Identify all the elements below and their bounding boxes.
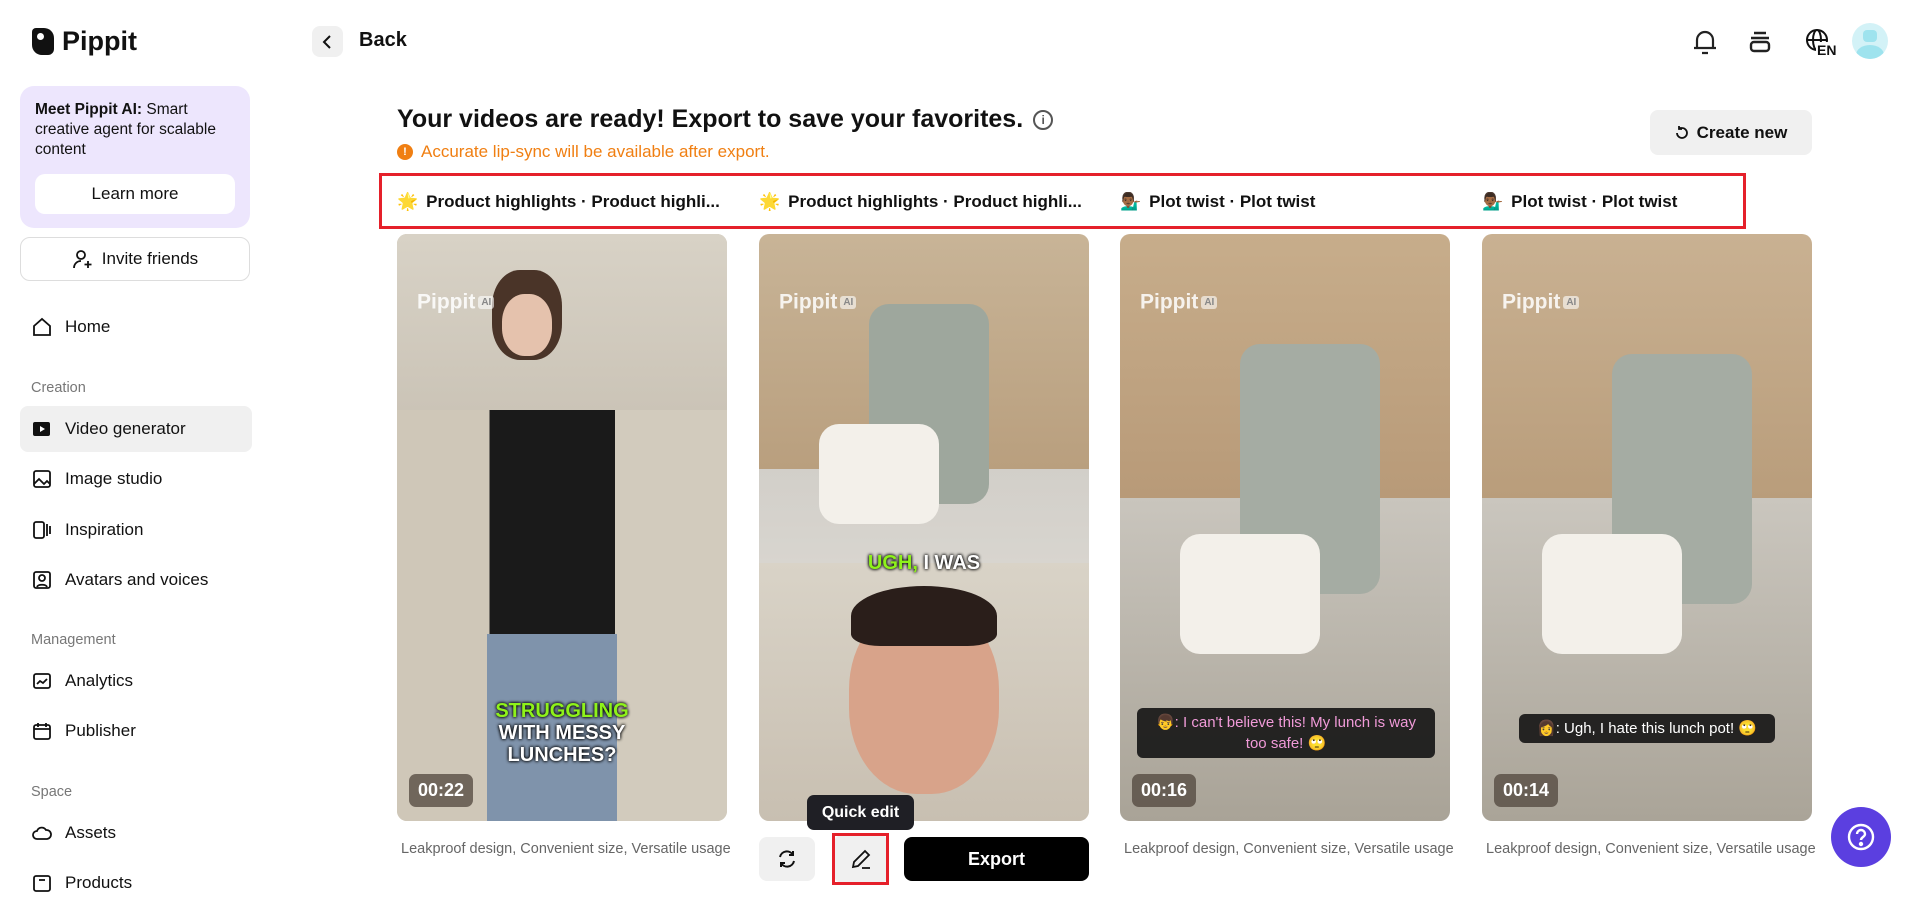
watermark: Pippit AI (1140, 290, 1218, 314)
nav-label: Assets (65, 823, 117, 842)
brand-name: Pippit (62, 26, 137, 56)
sidebar-item-home[interactable]: Home (20, 304, 252, 350)
sidebar-item-video-generator[interactable]: Video generator (20, 406, 252, 452)
video-subtitle: 👩: Ugh, I hate this lunch pot! 🙄 (1519, 714, 1775, 743)
sidebar-item-analytics[interactable]: Analytics (20, 658, 252, 704)
home-icon (31, 316, 53, 338)
video-caption: UGH, I WAS (867, 552, 981, 574)
nav-label: Publisher (65, 721, 136, 740)
pippit-logo[interactable]: Pippit (32, 26, 137, 57)
sidebar-item-inspiration[interactable]: Inspiration (20, 507, 252, 553)
nav-label: Video generator (65, 419, 186, 438)
duration-badge: 00:22 (409, 774, 474, 807)
section-space: Space (31, 784, 73, 800)
video-description: Leakproof design, Convenient size, Versa… (401, 841, 731, 857)
pencil-icon (851, 849, 871, 869)
language-code: EN (1816, 42, 1838, 58)
refresh-icon (1675, 125, 1688, 139)
learn-more-button[interactable]: Learn more (35, 174, 235, 214)
sidebar-item-avatars-voices[interactable]: Avatars and voices (20, 557, 252, 603)
sidebar-item-publisher[interactable]: Publisher (20, 708, 252, 754)
video-card-3[interactable]: Pippit AI 👦: I can't believe this! My lun… (1120, 234, 1450, 821)
sun-icon: 🌟 (397, 192, 419, 211)
tab-label: Product highlights · Product highli... (788, 192, 1082, 211)
invite-label: Invite friends (101, 249, 199, 268)
regenerate-icon (779, 850, 795, 868)
back-label[interactable]: Back (359, 29, 407, 52)
lip-sync-warning: ! Accurate lip-sync will be available aft… (397, 142, 770, 162)
back-button[interactable] (312, 26, 343, 57)
user-plus-icon (72, 248, 94, 270)
video-icon (31, 418, 53, 440)
tab-video-3[interactable]: 💁🏾‍♂️ Plot twist · Plot twist (1120, 192, 1450, 212)
create-new-button[interactable]: Create new (1650, 110, 1812, 155)
video-card-1[interactable]: Pippit AI STRUGGLING WITH MESSY LUNCHES? 0… (397, 234, 727, 821)
section-creation: Creation (31, 380, 86, 396)
promo-card: Meet Pippit AI: Smart creative agent for… (20, 86, 250, 228)
notification-bell-icon[interactable] (1687, 24, 1723, 60)
quick-edit-button[interactable] (834, 835, 888, 883)
section-management: Management (31, 632, 116, 648)
title-text: Your videos are ready! Export to save yo… (397, 105, 1024, 133)
cloud-icon (31, 822, 53, 844)
info-icon[interactable]: i (1033, 109, 1054, 130)
help-icon (1847, 823, 1875, 851)
video-caption: STRUGGLING WITH MESSY LUNCHES? (495, 700, 629, 766)
tab-label: Product highlights · Product highli... (426, 192, 720, 211)
person-icon: 💁🏾‍♂️ (1120, 192, 1142, 211)
video-card-2[interactable]: Pippit AI UGH, I WAS (759, 234, 1089, 821)
watermark: Pippit AI (779, 290, 857, 314)
sidebar-item-assets[interactable]: Assets (20, 810, 252, 856)
regenerate-button[interactable] (759, 837, 815, 881)
box-icon (31, 872, 53, 894)
video-description: Leakproof design, Convenient size, Versa… (1486, 841, 1816, 857)
video-subtitle: 👦: I can't believe this! My lunch is way… (1137, 708, 1435, 758)
logo-icon (32, 28, 54, 55)
calendar-icon (31, 720, 53, 742)
tab-label: Plot twist · Plot twist (1149, 192, 1316, 211)
person-icon: 💁🏾‍♂️ (1482, 192, 1504, 211)
export-button[interactable]: Export (904, 837, 1089, 881)
duration-badge: 00:14 (1494, 774, 1559, 807)
warning-icon: ! (397, 144, 413, 160)
sidebar-item-products[interactable]: Products (20, 860, 252, 906)
nav-label: Image studio (65, 469, 163, 488)
tab-video-4[interactable]: 💁🏾‍♂️ Plot twist · Plot twist (1482, 192, 1812, 212)
chevron-left-icon (322, 34, 331, 49)
user-avatar[interactable] (1852, 23, 1888, 59)
nav-label: Inspiration (65, 520, 144, 539)
invite-friends-button[interactable]: Invite friends (20, 237, 250, 281)
tab-video-1[interactable]: 🌟 Product highlights · Product highli... (397, 192, 727, 212)
create-new-label: Create new (1696, 122, 1788, 142)
promo-bold: Meet Pippit AI: (35, 101, 143, 118)
avatar-icon (31, 569, 53, 591)
nav-label: Home (65, 317, 111, 336)
language-globe-icon[interactable]: EN (1798, 24, 1840, 60)
help-button[interactable] (1831, 807, 1891, 867)
sun-icon: 🌟 (759, 192, 781, 211)
watermark: Pippit AI (1502, 290, 1580, 314)
warning-text: Accurate lip-sync will be available afte… (421, 142, 770, 161)
nav-label: Analytics (65, 671, 134, 690)
video-description: Leakproof design, Convenient size, Versa… (1124, 841, 1454, 857)
page-title: Your videos are ready! Export to save yo… (397, 105, 1054, 134)
promo-text: Meet Pippit AI: Smart creative agent for… (35, 100, 235, 160)
nav-label: Avatars and voices (65, 570, 209, 589)
stack-icon[interactable] (1742, 24, 1778, 60)
tab-video-2[interactable]: 🌟 Product highlights · Product highli... (759, 192, 1089, 212)
nav-label: Products (65, 873, 133, 892)
image-icon (31, 468, 53, 490)
sidebar-item-image-studio[interactable]: Image studio (20, 456, 252, 502)
video-card-4[interactable]: Pippit AI 👩: Ugh, I hate this lunch pot! … (1482, 234, 1812, 821)
tab-label: Plot twist · Plot twist (1511, 192, 1678, 211)
analytics-icon (31, 670, 53, 692)
duration-badge: 00:16 (1132, 774, 1197, 807)
inspiration-icon (31, 519, 53, 541)
quick-edit-tooltip: Quick edit (807, 795, 914, 830)
watermark: Pippit AI (417, 290, 495, 314)
